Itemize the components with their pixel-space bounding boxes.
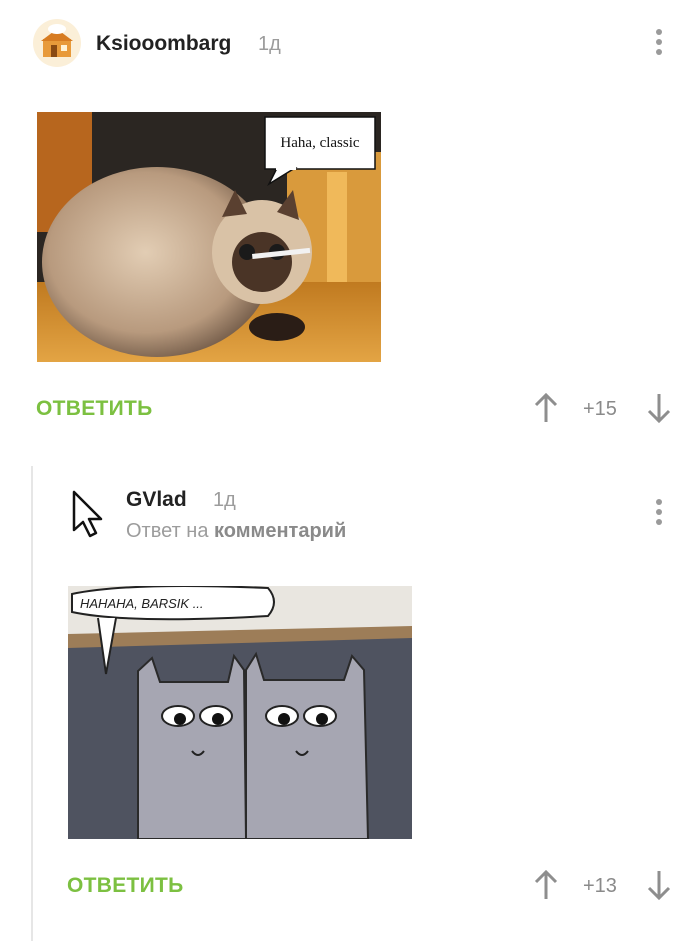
thread-line xyxy=(31,466,33,941)
reply-to-line: Ответ на комментарий xyxy=(126,520,346,543)
comment-image[interactable]: HAHAHA, BARSIK ... xyxy=(68,586,412,839)
image-caption: HAHAHA, BARSIK ... xyxy=(80,596,204,611)
image-caption: Haha, classic xyxy=(280,135,359,151)
comment-time: 1д xyxy=(213,489,236,511)
cursor-avatar-icon[interactable] xyxy=(68,488,108,540)
arrow-up-icon[interactable] xyxy=(534,869,558,901)
score-value: +13 xyxy=(583,875,617,897)
reply-to-prefix: Ответ на xyxy=(126,520,209,542)
comment-time: 1д xyxy=(258,33,281,55)
author-name[interactable]: GVlad xyxy=(126,488,187,512)
more-dots-icon[interactable] xyxy=(656,499,662,529)
reply-to-link[interactable]: комментарий xyxy=(214,520,346,542)
comment-image[interactable]: Haha, classic xyxy=(37,112,381,362)
avatar-house-icon xyxy=(41,24,73,57)
more-dots-icon[interactable] xyxy=(656,29,662,59)
author-name[interactable]: Ksiooombarg xyxy=(96,32,231,56)
arrow-down-icon[interactable] xyxy=(647,869,671,901)
arrow-down-icon[interactable] xyxy=(647,392,671,424)
cat-photo: Haha, classic xyxy=(37,112,381,362)
arrow-up-icon[interactable] xyxy=(534,392,558,424)
reply-button[interactable]: ОТВЕТИТЬ xyxy=(67,874,184,898)
cats-drawing: HAHAHA, BARSIK ... xyxy=(68,586,412,839)
avatar[interactable] xyxy=(33,19,81,67)
reply-button[interactable]: ОТВЕТИТЬ xyxy=(36,397,153,421)
score-value: +15 xyxy=(583,398,617,420)
